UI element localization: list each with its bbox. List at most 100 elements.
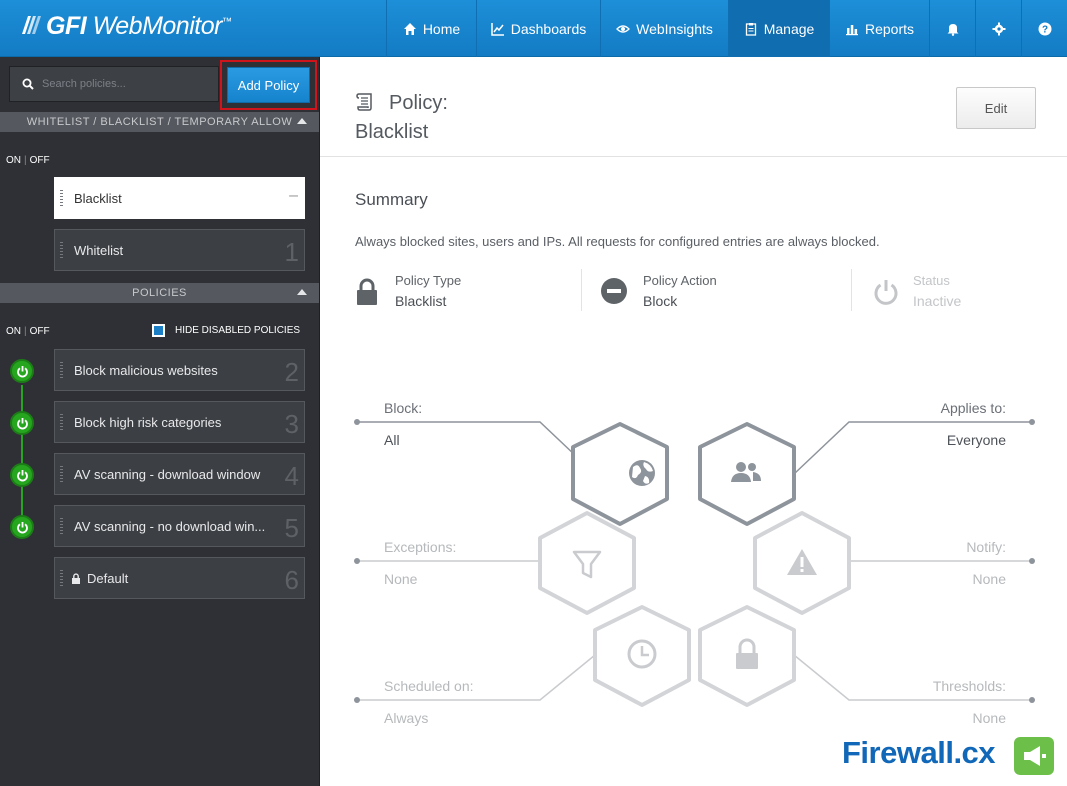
watermark-suffix: .cx <box>953 735 996 770</box>
exceptions-value: None <box>384 571 418 587</box>
policy-item[interactable]: Block high risk categories 3 <box>54 401 305 443</box>
nav-webinsights-label: WebInsights <box>636 20 713 37</box>
drag-handle-icon[interactable] <box>60 414 63 431</box>
drag-handle-icon[interactable] <box>60 242 63 259</box>
nav-reports[interactable]: Reports <box>829 0 929 57</box>
drag-handle-icon[interactable] <box>60 518 63 535</box>
list-item-blacklist[interactable]: Blacklist – <box>54 177 305 219</box>
policy-item-name: AV scanning - download window <box>74 466 261 482</box>
section-policies-title: POLICIES <box>132 287 187 299</box>
policy-item-name: Block malicious websites <box>74 362 218 378</box>
nav-home[interactable]: Home <box>386 0 476 57</box>
logo-tm: ™ <box>221 16 232 28</box>
clipboard-icon <box>745 22 756 36</box>
eye-icon <box>616 24 631 33</box>
drag-handle-icon[interactable] <box>60 190 63 207</box>
policy-detail: Policy: Blacklist Edit Summary Always bl… <box>320 57 1067 786</box>
section-policies-header[interactable]: POLICIES <box>0 283 319 303</box>
add-policy-button[interactable]: Add Policy <box>227 67 310 103</box>
bell-icon <box>947 23 958 36</box>
nav-settings[interactable] <box>975 0 1021 57</box>
list-item-number: 1 <box>284 237 299 267</box>
policy-item-name: AV scanning - no download win... <box>74 518 266 534</box>
section-lists-header[interactable]: WHITELIST / BLACKLIST / TEMPORARY ALLOW <box>0 112 319 132</box>
nav-notifications[interactable] <box>929 0 975 57</box>
section-lists-title: WHITELIST / BLACKLIST / TEMPORARY ALLOW <box>26 116 293 128</box>
collapse-caret-icon[interactable] <box>297 289 307 295</box>
main-nav: Home Dashboards WebInsights Manage Repor… <box>386 0 1067 57</box>
home-icon <box>403 22 416 35</box>
power-toggle[interactable] <box>10 463 34 487</box>
watermark-name: Firewall <box>842 735 954 770</box>
onoff-separator: | <box>24 326 27 337</box>
policy-item-number: 6 <box>284 565 299 595</box>
drag-handle-icon[interactable] <box>60 362 63 379</box>
nav-dashboards[interactable]: Dashboards <box>476 0 600 57</box>
off-label: OFF <box>29 155 50 166</box>
policy-item-number: 4 <box>284 461 299 491</box>
thresholds-label: Thresholds: <box>932 678 1006 694</box>
globe-icon <box>629 460 655 486</box>
nav-reports-label: Reports <box>864 20 915 37</box>
policy-item[interactable]: AV scanning - download window 4 <box>54 453 305 495</box>
power-icon <box>16 365 28 377</box>
policy-item-number: 3 <box>284 409 299 439</box>
power-toggle[interactable] <box>10 515 34 539</box>
exceptions-hex[interactable] <box>538 511 636 615</box>
app-logo[interactable]: GFI WebMonitor™ <box>20 12 232 41</box>
nav-dashboards-label: Dashboards <box>510 20 587 37</box>
search-icon <box>22 78 34 90</box>
on-label: ON <box>6 326 21 337</box>
logo-webmonitor: WebMonitor <box>92 12 223 40</box>
applies-hex[interactable] <box>698 422 796 526</box>
applies-label: Applies to: <box>940 400 1006 416</box>
power-icon <box>16 521 28 533</box>
nav-manage-label: Manage <box>763 20 815 37</box>
svg-text:?: ? <box>1041 24 1047 35</box>
add-policy-highlight: Add Policy <box>220 60 317 110</box>
scheduled-label: Scheduled on: <box>384 678 474 694</box>
policy-item-number: 2 <box>284 357 299 387</box>
exceptions-label: Exceptions: <box>384 539 457 555</box>
policy-item-number: 5 <box>284 513 299 543</box>
search-policies-input[interactable] <box>42 78 212 90</box>
bar-chart-icon <box>845 24 858 35</box>
policy-hex-graphic <box>354 419 1035 707</box>
watermark-text: Firewall.cx <box>842 735 996 771</box>
hide-disabled-toggle[interactable]: HIDE DISABLED POLICIES <box>152 324 300 337</box>
gear-icon <box>992 22 1005 35</box>
list-item-name: Blacklist <box>74 190 122 206</box>
policies-onoff-header: ON | OFF <box>6 326 50 337</box>
power-icon <box>16 469 28 481</box>
nav-manage[interactable]: Manage <box>728 0 829 57</box>
nav-home-label: Home <box>422 20 461 37</box>
collapse-caret-icon[interactable] <box>297 118 307 124</box>
power-toggle[interactable] <box>10 359 34 383</box>
policy-item[interactable]: AV scanning - no download win... 5 <box>54 505 305 547</box>
power-icon <box>16 417 28 429</box>
policy-item[interactable]: Block malicious websites 2 <box>54 349 305 391</box>
onoff-separator: | <box>24 155 27 166</box>
policy-chain-line <box>21 385 23 530</box>
list-item-number: – <box>289 187 298 204</box>
hide-disabled-label: HIDE DISABLED POLICIES <box>175 325 301 336</box>
off-label: OFF <box>29 326 50 337</box>
block-value: All <box>384 432 400 448</box>
policy-item-default[interactable]: Default 6 <box>54 557 305 599</box>
help-icon: ? <box>1038 22 1051 35</box>
list-item-whitelist[interactable]: Whitelist 1 <box>54 229 305 271</box>
policy-item-name: Default <box>87 570 129 586</box>
gfi-logo-icon <box>22 16 41 34</box>
power-toggle[interactable] <box>10 411 34 435</box>
nav-webinsights[interactable]: WebInsights <box>600 0 728 57</box>
hide-disabled-checkbox[interactable] <box>152 324 165 337</box>
scheduled-value: Always <box>384 710 429 726</box>
policy-item-name: Block high risk categories <box>74 414 222 430</box>
nav-help[interactable]: ? <box>1021 0 1067 57</box>
logo-gfi: GFI <box>46 12 87 40</box>
drag-handle-icon[interactable] <box>60 466 63 483</box>
line-chart-icon <box>491 22 504 36</box>
drag-handle-icon[interactable] <box>60 570 63 587</box>
applies-value: Everyone <box>946 432 1006 448</box>
on-label: ON <box>6 155 21 166</box>
